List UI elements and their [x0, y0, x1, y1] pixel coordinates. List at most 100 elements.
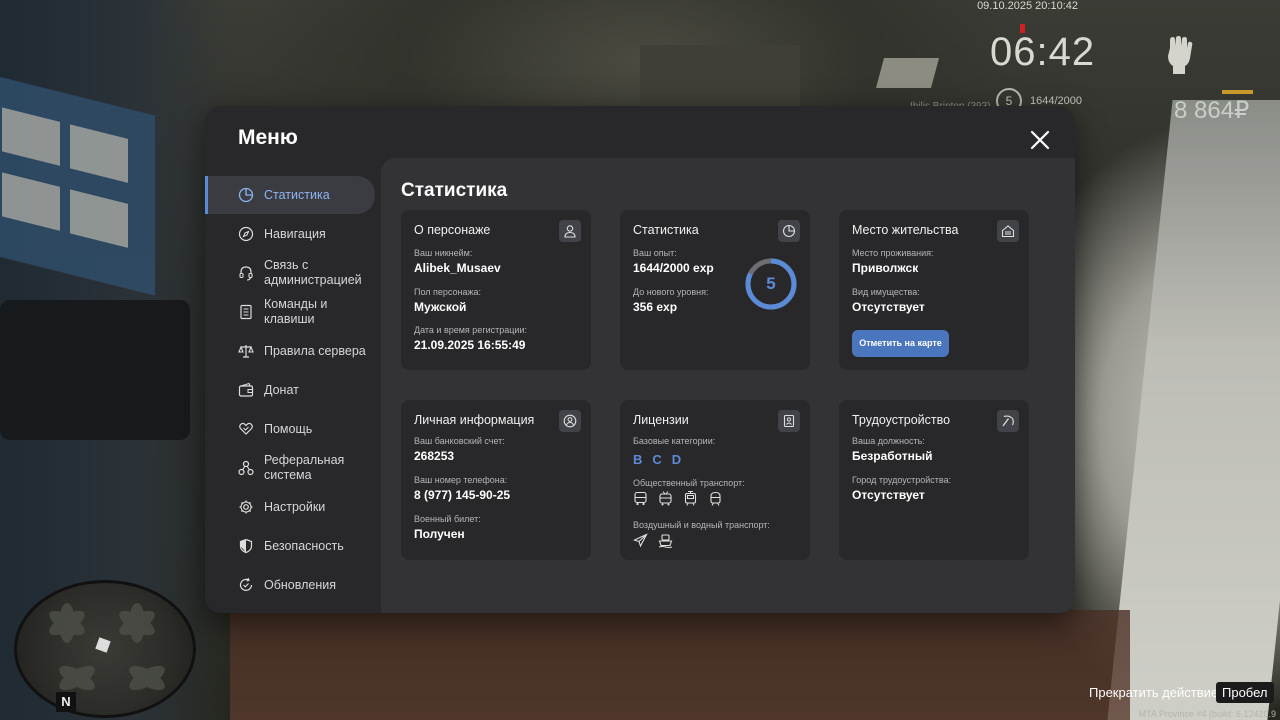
- category-c: C: [652, 452, 662, 467]
- stop-action-hint[interactable]: Прекратить действие: [1083, 682, 1224, 703]
- license-categories: B C D: [633, 452, 681, 467]
- gear-icon: [239, 500, 253, 514]
- licenses-card: Лицензии Базовые категории: B C D Общест…: [620, 400, 810, 560]
- level-number: 5: [766, 274, 776, 293]
- card-title: Лицензии: [633, 413, 689, 427]
- sidebar-item-label: Безопасность: [264, 538, 344, 553]
- ceiling-lamp: [875, 58, 940, 88]
- sidebar-item-label: Правила сервера: [264, 343, 366, 358]
- hud-datetime: 09.10.2025 20:10:42: [977, 0, 1078, 12]
- build-info: MTA Province #4 (build: 6.12420.9: [1138, 709, 1276, 719]
- employment-card: Трудоустройство Ваша должность: Безработ…: [839, 400, 1029, 560]
- sidebar-item-commands[interactable]: Команды и клавиши: [205, 293, 375, 331]
- next-level-value: 356 exp: [633, 300, 678, 314]
- exp-value: 1644/2000 exp: [633, 261, 714, 275]
- card-title: Трудоустройство: [852, 413, 951, 427]
- bank-label: Ваш банковский счет:: [414, 436, 505, 446]
- close-icon: [1030, 130, 1050, 150]
- pie-chart-icon: [778, 220, 800, 242]
- sidebar-item-label: Связь с администрацией: [264, 258, 362, 287]
- wallet-icon: [238, 382, 254, 397]
- hud-money-bar: [1222, 90, 1253, 94]
- card-title: Статистика: [633, 223, 699, 237]
- phone-value: 8 (977) 145-90-25: [414, 488, 511, 502]
- metro-icon: [708, 491, 723, 506]
- space-key-hint[interactable]: Пробел: [1216, 682, 1274, 703]
- minimap-north-marker: N: [56, 692, 76, 712]
- card-title: Место жительства: [852, 223, 959, 237]
- plane-icon: [633, 533, 648, 548]
- public-transport-label: Общественный транспорт:: [633, 478, 745, 488]
- fist-icon: [1164, 36, 1194, 74]
- boat-icon: [658, 533, 673, 548]
- military-value: Получен: [414, 527, 465, 541]
- card-title: Личная информация: [414, 413, 535, 427]
- hud-money: 8 864₽: [1174, 97, 1250, 124]
- place-value: Приволжск: [852, 261, 919, 275]
- scales-icon: [238, 345, 254, 358]
- position-label: Ваша должность:: [852, 436, 925, 446]
- compass-icon: [238, 226, 254, 242]
- position-value: Безработный: [852, 449, 933, 463]
- shield-icon: [239, 538, 253, 554]
- sidebar-item-label: Обновления: [264, 577, 336, 592]
- bank-value: 268253: [414, 449, 455, 463]
- network-icon: [238, 460, 254, 476]
- sidebar-item-referral[interactable]: Реферальная система: [205, 449, 375, 487]
- sidebar-item-settings[interactable]: Настройки: [205, 488, 375, 526]
- close-button[interactable]: [1028, 128, 1052, 152]
- bench: [0, 300, 190, 440]
- character-card: О персонаже Ваш никнейм: Alibek_Musaev П…: [401, 210, 591, 370]
- registration-value: 21.09.2025 16:55:49: [414, 338, 526, 352]
- place-label: Место проживания:: [852, 248, 934, 258]
- sidebar-item-rules[interactable]: Правила сервера: [205, 332, 375, 370]
- minimap-terrain: [49, 603, 165, 691]
- sidebar-item-label: Команды и клавиши: [264, 297, 328, 326]
- sidebar-item-navigation[interactable]: Навигация: [205, 215, 375, 253]
- page-title: Статистика: [401, 180, 508, 201]
- refresh-check-icon: [239, 577, 253, 591]
- user-icon: [559, 220, 581, 242]
- minimap: [14, 580, 196, 718]
- stats-card: Статистика Ваш опыт: 1644/2000 exp До но…: [620, 210, 810, 370]
- menu-window: Меню Статистика Навигация Связь с админи…: [205, 106, 1075, 613]
- heart-hands-icon: [239, 422, 253, 435]
- sidebar-item-label: Донат: [264, 382, 299, 397]
- id-card-icon: [778, 410, 800, 432]
- gender-value: Мужской: [414, 300, 467, 314]
- property-value: Отсутствует: [852, 300, 925, 314]
- category-d: D: [671, 452, 682, 467]
- mark-on-map-button[interactable]: Отметить на карте: [852, 330, 949, 357]
- residence-card: Место жительства Место проживания: Приво…: [839, 210, 1029, 370]
- tram-icon: [683, 491, 698, 506]
- bus-icon: [633, 491, 648, 506]
- sidebar-item-label: Статистика: [264, 187, 330, 202]
- nickname-label: Ваш никнейм:: [414, 248, 473, 258]
- sidebar-item-label: Навигация: [264, 226, 326, 241]
- hud-time: 06:42: [990, 30, 1096, 74]
- base-categories-label: Базовые категории:: [633, 436, 716, 446]
- floor: [230, 610, 1130, 720]
- phone-label: Ваш номер телефона:: [414, 475, 508, 485]
- document-icon: [240, 304, 252, 320]
- next-level-label: До нового уровня:: [633, 287, 709, 297]
- background-door: [640, 45, 800, 115]
- sidebar-item-label: Помощь: [264, 421, 313, 436]
- nickname-value: Alibek_Musaev: [414, 261, 501, 275]
- sidebar-item-label: Реферальная система: [264, 453, 345, 482]
- registration-label: Дата и время регистрации:: [414, 325, 527, 335]
- sidebar-item-updates[interactable]: Обновления: [205, 566, 375, 604]
- sidebar-item-label: Настройки: [264, 499, 326, 514]
- sidebar-item-help[interactable]: Помощь: [205, 410, 375, 448]
- public-transport-icons: [633, 491, 723, 506]
- sidebar-item-security[interactable]: Безопасность: [205, 527, 375, 565]
- category-b: B: [633, 452, 643, 467]
- sidebar-item-donate[interactable]: Донат: [205, 371, 375, 409]
- gender-label: Пол персонажа:: [414, 287, 482, 297]
- sidebar-item-statistics[interactable]: Статистика: [205, 176, 375, 214]
- pickaxe-icon: [997, 410, 1019, 432]
- air-water-transport-icons: [633, 533, 673, 548]
- sidebar-item-admin-contact[interactable]: Связь с администрацией: [205, 254, 375, 292]
- air-water-transport-label: Воздушный и водный транспорт:: [633, 520, 770, 530]
- exp-label: Ваш опыт:: [633, 248, 677, 258]
